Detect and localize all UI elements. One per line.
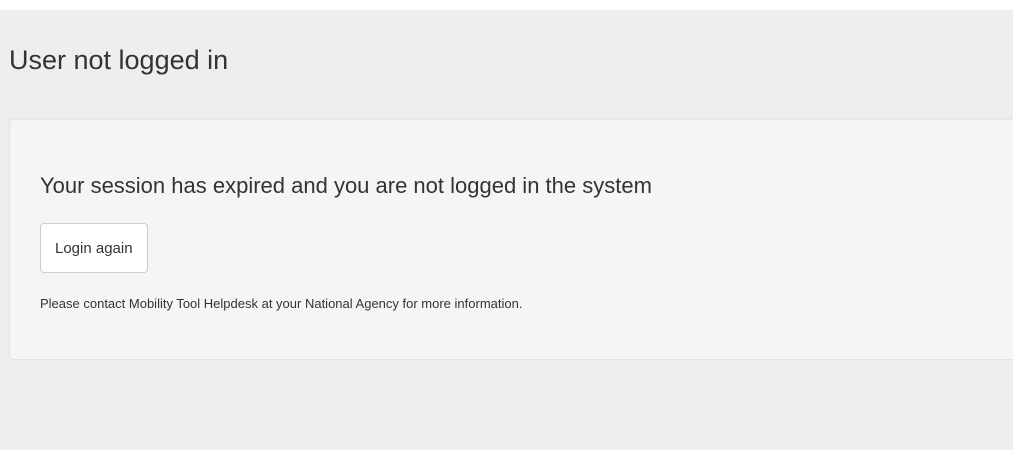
login-again-button[interactable]: Login again xyxy=(40,223,148,273)
session-expired-heading: Your session has expired and you are not… xyxy=(40,173,652,198)
session-expired-panel: Your session has expired and you are not… xyxy=(9,118,1013,360)
page-title: User not logged in xyxy=(9,45,229,75)
helpdesk-contact-text: Please contact Mobility Tool Helpdesk at… xyxy=(40,296,523,311)
